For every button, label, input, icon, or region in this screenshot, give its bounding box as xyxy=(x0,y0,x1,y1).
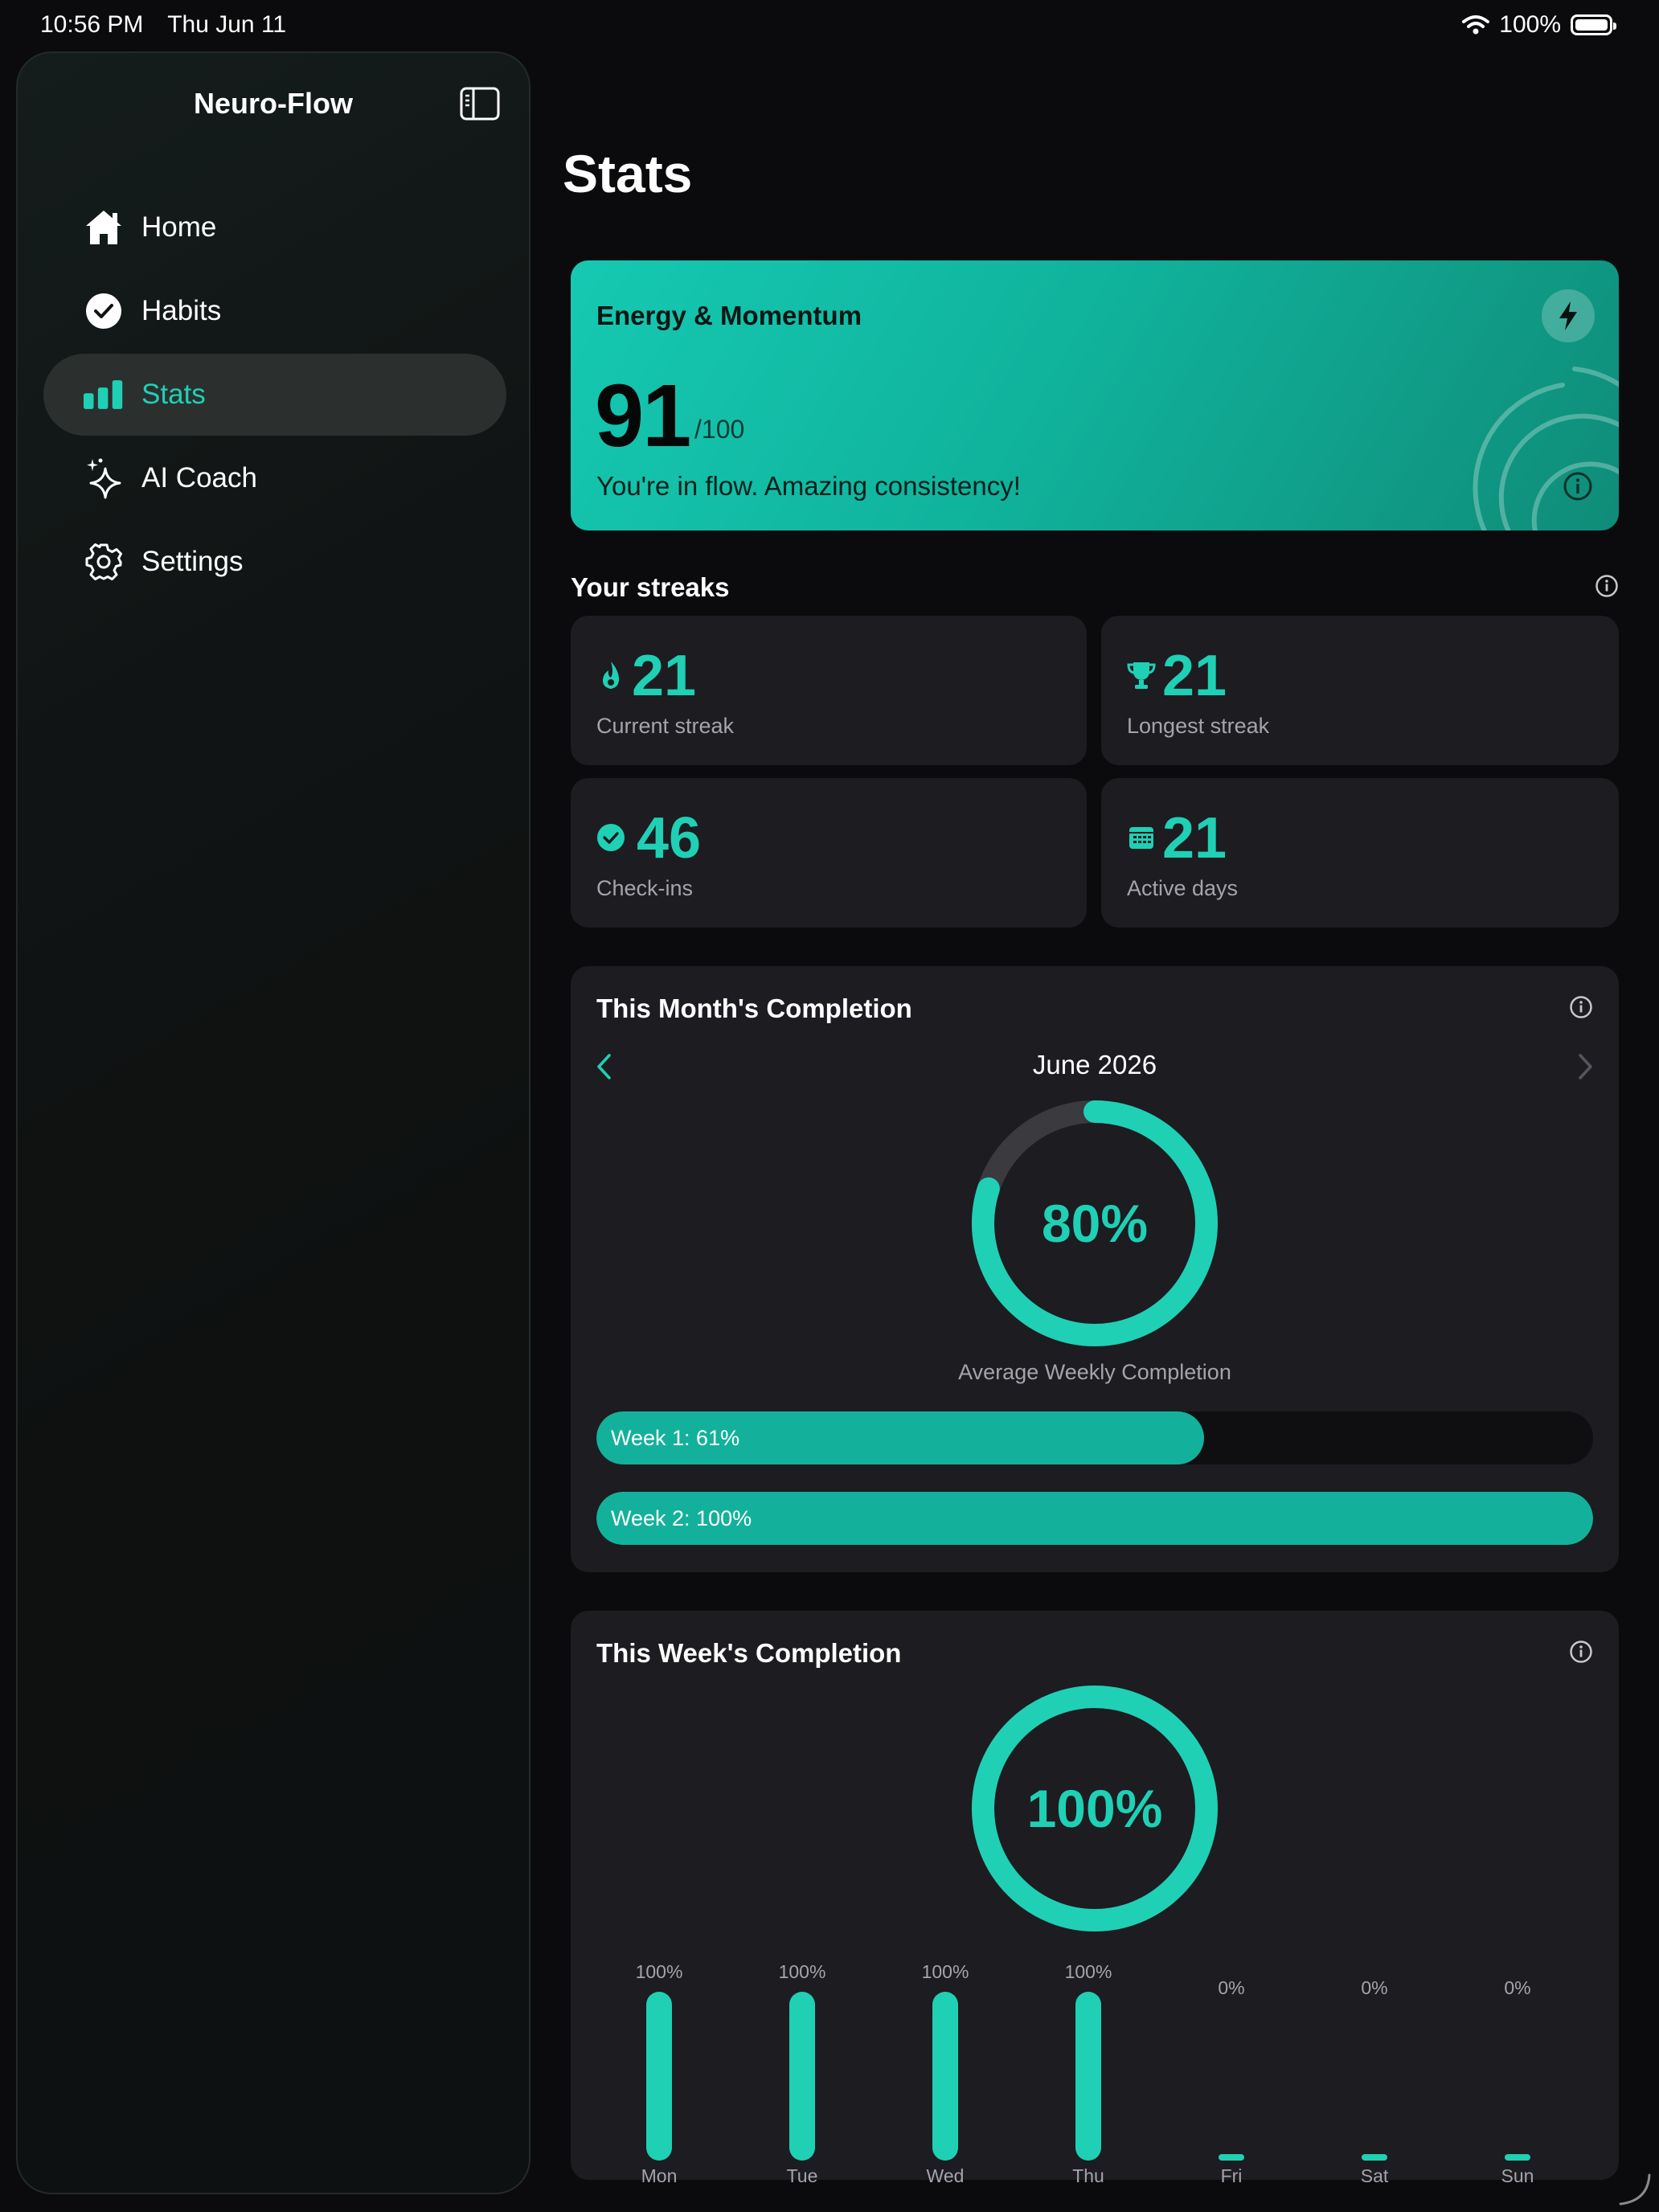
status-bar-left: 10:56 PM Thu Jun 11 xyxy=(40,11,304,39)
gear-icon xyxy=(85,543,122,580)
streak-value: 21 xyxy=(1162,806,1227,870)
streak-card-current: 21 Current streak xyxy=(571,616,1087,765)
trophy-icon xyxy=(1125,659,1157,691)
bar-chart-icon xyxy=(84,380,123,409)
info-icon[interactable] xyxy=(1569,995,1593,1019)
day-percent-label: 100% xyxy=(778,1961,826,1982)
day-bar-sun xyxy=(1505,2154,1530,2161)
energy-max: /100 xyxy=(694,415,745,444)
energy-card: Energy & Momentum 91 /100 You're in flow… xyxy=(571,260,1619,530)
month-completion-card: This Month's Completion June 2026 80% Av… xyxy=(571,966,1619,1572)
sidebar-item-ai-coach[interactable]: AI Coach xyxy=(43,437,506,519)
home-icon xyxy=(86,211,121,244)
app-root: 10:56 PM Thu Jun 11 100% Neuro-Flow Home… xyxy=(0,0,1659,2212)
streak-card-longest: 21 Longest streak xyxy=(1101,616,1619,765)
week-progress-bar: Week 1: 61% xyxy=(596,1411,1593,1464)
day-percent-label: 100% xyxy=(635,1961,683,1982)
sidebar-item-label: Stats xyxy=(141,379,206,410)
info-icon[interactable] xyxy=(1569,1640,1593,1664)
status-bar-right: 100% xyxy=(1462,11,1616,39)
day-label: Thu xyxy=(1072,2165,1104,2186)
status-time: 10:56 PM xyxy=(40,11,144,38)
resize-handle-icon xyxy=(1619,2173,1651,2206)
check-circle-icon xyxy=(595,821,627,854)
info-icon[interactable] xyxy=(1595,574,1619,598)
wifi-icon xyxy=(1462,15,1490,35)
streak-card-active-days: 21 Active days xyxy=(1101,778,1619,928)
info-icon[interactable] xyxy=(1563,471,1593,502)
streak-label: Longest streak xyxy=(1127,714,1270,738)
day-label: Sun xyxy=(1501,2165,1534,2186)
energy-score: 91 xyxy=(595,367,691,465)
app-title: Neuro-Flow xyxy=(194,87,353,120)
sidebar-item-label: Habits xyxy=(141,295,222,326)
week-completion-title: This Week's Completion xyxy=(596,1638,902,1668)
week-progress-bar: Week 2: 100% xyxy=(596,1492,1593,1545)
month-percent: 80% xyxy=(1041,1194,1149,1253)
day-label: Wed xyxy=(926,2165,965,2186)
streaks-title: Your streaks xyxy=(571,572,730,602)
streak-value: 46 xyxy=(637,806,702,870)
week-progress-label: Week 2: 100% xyxy=(611,1506,752,1530)
day-bar-fri xyxy=(1219,2154,1244,2161)
sidebar-item-label: AI Coach xyxy=(141,462,257,494)
week-completion-card: This Week's Completion 100% 100% Mon 100% T… xyxy=(571,1611,1619,2186)
month-caption: Average Weekly Completion xyxy=(958,1360,1231,1384)
day-percent-label: 0% xyxy=(1218,1977,1245,1998)
day-label: Sat xyxy=(1360,2165,1389,2186)
calendar-icon xyxy=(1125,821,1157,854)
chevron-right-icon[interactable] xyxy=(1577,1053,1595,1080)
energy-title: Energy & Momentum xyxy=(596,301,862,330)
day-bar-sat xyxy=(1362,2154,1387,2161)
sidebar-toggle-icon[interactable] xyxy=(460,87,500,121)
check-circle-icon xyxy=(86,293,121,329)
sidebar-item-label: Settings xyxy=(141,546,244,577)
energy-bolt-button[interactable] xyxy=(1542,289,1595,342)
status-date: Thu Jun 11 xyxy=(167,11,287,38)
battery-icon xyxy=(1571,14,1616,35)
day-bar-thu xyxy=(1075,1992,1101,2161)
sidebar-nav: Home Habits Stats AI Coach Settings xyxy=(43,186,506,604)
streak-value: 21 xyxy=(1162,644,1227,708)
day-label: Mon xyxy=(641,2165,678,2186)
sidebar-item-stats[interactable]: Stats xyxy=(43,354,506,436)
week-progress-label: Week 1: 61% xyxy=(611,1426,740,1450)
sparkles-icon xyxy=(87,458,121,499)
month-label: June 2026 xyxy=(1032,1050,1157,1079)
streak-label: Current streak xyxy=(596,714,735,738)
sidebar-item-home[interactable]: Home xyxy=(43,186,506,268)
rings-decoration xyxy=(1473,367,1619,530)
day-label: Fri xyxy=(1220,2165,1243,2186)
day-percent-label: 100% xyxy=(921,1961,969,1982)
streak-label: Active days xyxy=(1127,876,1239,900)
sidebar-item-label: Home xyxy=(141,211,217,243)
week-ring: 100% xyxy=(969,1683,1220,1934)
day-bar-wed xyxy=(932,1992,958,2161)
month-ring: 80% xyxy=(969,1098,1220,1349)
energy-message: You're in flow. Amazing consistency! xyxy=(596,471,1021,501)
sidebar-item-settings[interactable]: Settings xyxy=(43,521,506,603)
day-bar-tue xyxy=(789,1992,815,2161)
day-bar-mon xyxy=(646,1992,672,2161)
bolt-icon xyxy=(1559,301,1577,330)
week-percent: 100% xyxy=(1026,1779,1163,1838)
day-percent-label: 100% xyxy=(1064,1961,1112,1982)
flame-icon xyxy=(595,659,627,691)
sidebar: Neuro-Flow Home Habits Stats AI Coach Se… xyxy=(16,51,530,2194)
streak-label: Check-ins xyxy=(596,876,694,900)
streak-value: 21 xyxy=(632,644,697,708)
battery-percent: 100% xyxy=(1499,11,1561,38)
streak-card-checkins: 46 Check-ins xyxy=(571,778,1087,928)
sidebar-item-habits[interactable]: Habits xyxy=(43,270,506,352)
day-percent-label: 0% xyxy=(1504,1977,1531,1998)
month-completion-title: This Month's Completion xyxy=(596,993,912,1023)
page-title: Stats xyxy=(563,144,693,203)
day-percent-label: 0% xyxy=(1361,1977,1388,1998)
day-label: Tue xyxy=(786,2165,818,2186)
